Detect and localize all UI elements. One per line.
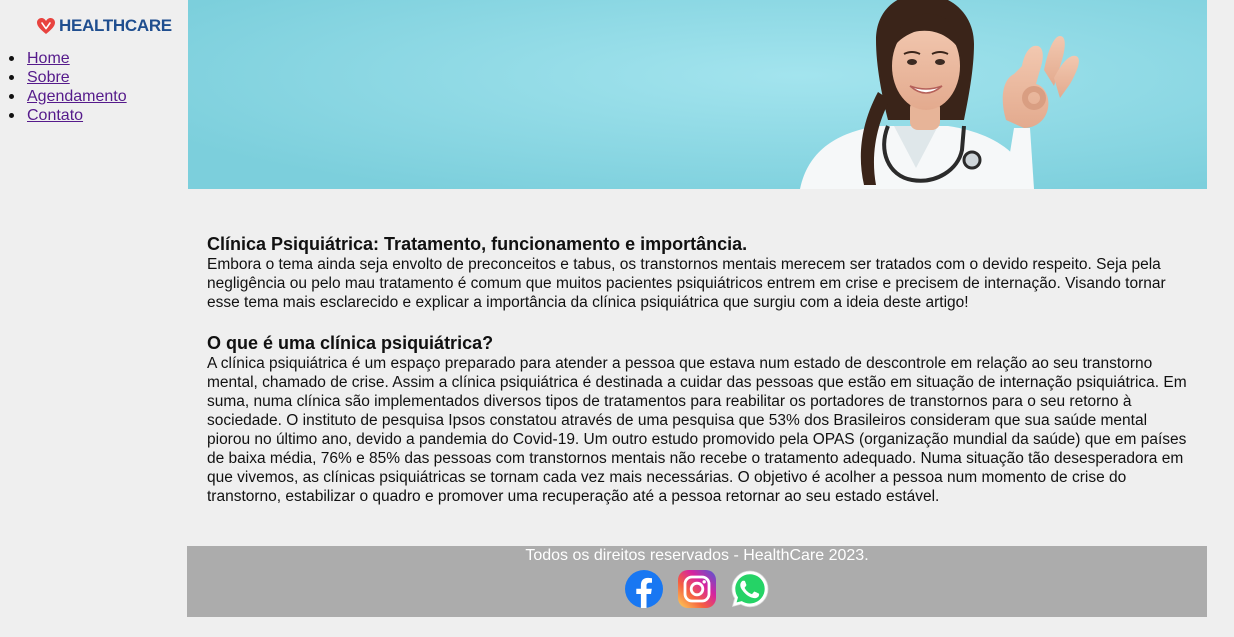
instagram-icon xyxy=(678,570,716,608)
nav-link-sobre[interactable]: Sobre xyxy=(27,69,70,87)
nav-item-home: Home xyxy=(9,49,127,68)
whatsapp-icon xyxy=(731,570,769,608)
nav-item-agendamento: Agendamento xyxy=(9,87,127,106)
nav-link-contato[interactable]: Contato xyxy=(27,107,83,125)
article-intro: Embora o tema ainda seja envolto de prec… xyxy=(207,256,1166,311)
sidebar: HEALTHCARE Home Sobre Agendamento Contat… xyxy=(0,0,188,637)
heart-hands-icon xyxy=(37,18,55,34)
page: HEALTHCARE Home Sobre Agendamento Contat… xyxy=(0,0,1234,637)
footer-copyright: Todos os direitos reservados - HealthCar… xyxy=(525,547,869,564)
article: Clínica Psiquiátrica: Tratamento, funcio… xyxy=(207,234,1192,506)
hero-banner xyxy=(188,0,1207,189)
nav-link-home[interactable]: Home xyxy=(27,50,70,68)
section-body: A clínica psiquiátrica é um espaço prepa… xyxy=(207,355,1187,505)
facebook-link[interactable] xyxy=(624,569,664,609)
whatsapp-link[interactable] xyxy=(730,569,770,609)
doctor-ok-gesture-photo xyxy=(188,0,1207,189)
nav-item-sobre: Sobre xyxy=(9,68,127,87)
section-title: O que é uma clínica psiquiátrica? xyxy=(207,333,494,353)
nav-link-agendamento[interactable]: Agendamento xyxy=(27,88,127,106)
nav-item-contato: Contato xyxy=(9,106,127,125)
instagram-link[interactable] xyxy=(677,569,717,609)
social-links xyxy=(187,569,1207,609)
brand-name: HEALTHCARE xyxy=(59,16,172,35)
facebook-icon xyxy=(625,570,663,608)
article-title: Clínica Psiquiátrica: Tratamento, funcio… xyxy=(207,234,748,254)
footer: Todos os direitos reservados - HealthCar… xyxy=(187,546,1207,617)
logo[interactable]: HEALTHCARE xyxy=(36,16,172,36)
nav-list: Home Sobre Agendamento Contato xyxy=(9,49,127,125)
